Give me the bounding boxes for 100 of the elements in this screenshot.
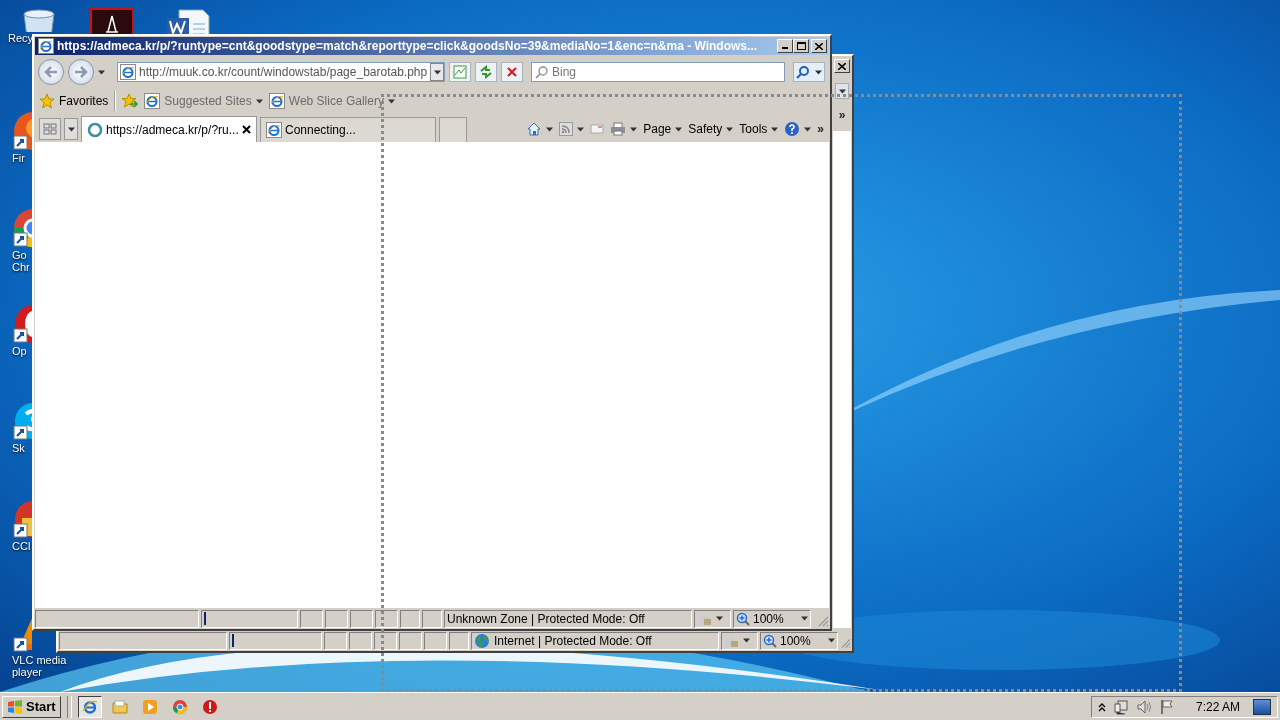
more-commands-button[interactable]: »: [838, 109, 846, 121]
pdf-file-icon[interactable]: [90, 8, 134, 34]
desktop-icon-label[interactable]: CCl: [12, 540, 31, 552]
security-zone-text: Unknown Zone | Protected Mode: Off: [447, 611, 645, 626]
stop-button[interactable]: [501, 62, 523, 82]
status-panel: [300, 609, 323, 628]
status-panel: [349, 631, 372, 650]
desktop-icon-label[interactable]: Go: [12, 249, 27, 261]
speaker-icon[interactable]: [1135, 698, 1152, 715]
back-button[interactable]: [38, 59, 64, 85]
close-icon[interactable]: [242, 125, 251, 134]
resize-grip-icon[interactable]: [817, 614, 829, 627]
menu-button[interactable]: Tools: [739, 122, 779, 136]
taskbar-button[interactable]: [77, 695, 102, 718]
protected-mode-button[interactable]: [694, 609, 731, 628]
dropdown-button[interactable]: [835, 83, 849, 99]
status-panel: [350, 609, 373, 628]
help-button[interactable]: [784, 121, 812, 137]
security-zone-text: Internet | Protected Mode: Off: [494, 633, 652, 648]
start-button[interactable]: Start: [2, 695, 61, 718]
caret-icon: [814, 69, 822, 75]
help-icon: [784, 121, 801, 137]
desktop-icon-label[interactable]: Fir: [12, 152, 25, 164]
zoom-icon: [736, 611, 750, 626]
menu-button[interactable]: Safety: [688, 122, 734, 136]
close-button[interactable]: [811, 39, 827, 53]
desktop-icon-label[interactable]: Chr: [12, 261, 30, 273]
favorites-link[interactable]: Web Slice Gallery: [268, 93, 395, 109]
address-field[interactable]: http://muuk.co.kr/count/windowstab/page_barotab.php: [117, 62, 445, 82]
stop-sign-icon: [201, 698, 218, 715]
status-panel: [400, 609, 420, 628]
search-field[interactable]: Bing: [531, 62, 785, 82]
caret-icon: [675, 126, 683, 132]
clock[interactable]: 7:22 AM: [1195, 699, 1240, 714]
desktop-icon-label[interactable]: player: [12, 666, 42, 678]
forward-arrow-icon: [74, 66, 88, 78]
zoom-button[interactable]: 100%: [733, 609, 811, 628]
back-arrow-icon: [44, 66, 58, 78]
progress-indicator: [232, 634, 234, 647]
caret-icon: [433, 69, 441, 75]
minimize-button[interactable]: [777, 39, 793, 53]
search-icon: [535, 65, 549, 79]
flag-icon[interactable]: [1158, 698, 1175, 715]
envelope-icon: [590, 122, 605, 136]
title-bar: https://admeca.kr/p/?runtype=cnt&goodstype=match&reporttype=click&goodsNo=39&mediaNo=1&enc=n&ma - Windows...: [35, 37, 829, 55]
search-button[interactable]: [793, 62, 825, 82]
forward-button[interactable]: [68, 59, 94, 85]
browser-tab[interactable]: Connecting...: [260, 117, 436, 142]
caret-icon: [255, 98, 263, 104]
feeds-button[interactable]: [559, 122, 585, 136]
print-button[interactable]: [610, 121, 638, 137]
caret-icon: [726, 126, 734, 132]
desktop-icon-label[interactable]: Recy: [8, 32, 34, 44]
refresh-button[interactable]: [475, 62, 497, 82]
progress-indicator: [204, 612, 206, 625]
caret-icon: [387, 98, 395, 104]
ie-page-icon: [144, 93, 161, 109]
desktop-icon-label[interactable]: Op: [12, 345, 27, 357]
zoom-icon: [763, 633, 777, 648]
chrome-icon: [171, 698, 188, 715]
caret-icon: [743, 638, 750, 643]
caret-icon: [838, 88, 846, 94]
tab-list-button[interactable]: [64, 118, 78, 140]
home-button[interactable]: [526, 121, 554, 137]
desktop-icon-label[interactable]: VLC media: [12, 654, 67, 666]
show-desktop-button[interactable]: [1253, 698, 1271, 715]
status-panel: [325, 609, 348, 628]
house-icon: [526, 121, 543, 137]
network-icon[interactable]: [1112, 698, 1129, 715]
status-panel: [449, 631, 469, 650]
caret-icon: [630, 126, 638, 132]
windows-logo-icon: [7, 698, 23, 715]
browser-tab[interactable]: https://admeca.kr/p/?ru...: [81, 116, 257, 142]
status-panel: [375, 609, 398, 628]
favorites-link[interactable]: Suggested Sites: [144, 93, 263, 109]
caret-icon: [546, 126, 554, 132]
desktop-icon-label[interactable]: Sk: [12, 442, 25, 454]
more-commands-button[interactable]: »: [817, 123, 824, 135]
dropdown-button[interactable]: [430, 63, 444, 81]
ie-page-icon: [268, 93, 285, 109]
ie-logo-icon: [38, 38, 54, 54]
broken-page-icon: [453, 65, 467, 79]
rss-feed-icon: [559, 122, 574, 136]
loading-icon: [87, 121, 103, 138]
menu-button[interactable]: Page: [643, 122, 683, 136]
status-panel: [422, 609, 442, 628]
printer-icon: [610, 121, 627, 137]
resize-grip-icon[interactable]: [840, 636, 851, 649]
ie-logo-icon: [266, 122, 282, 138]
maximize-button[interactable]: [793, 39, 809, 53]
zoom-button[interactable]: 100%: [760, 631, 838, 650]
close-button[interactable]: [834, 59, 850, 73]
caret-icon: [801, 616, 808, 621]
caret-icon: [98, 69, 105, 75]
folder-icon: [111, 698, 128, 715]
chevron-up-icon[interactable]: [1097, 701, 1106, 712]
caret-icon: [577, 126, 585, 132]
favorites-button[interactable]: Favorites: [39, 93, 109, 109]
caret-icon: [828, 638, 835, 643]
caret-icon: [67, 126, 75, 132]
